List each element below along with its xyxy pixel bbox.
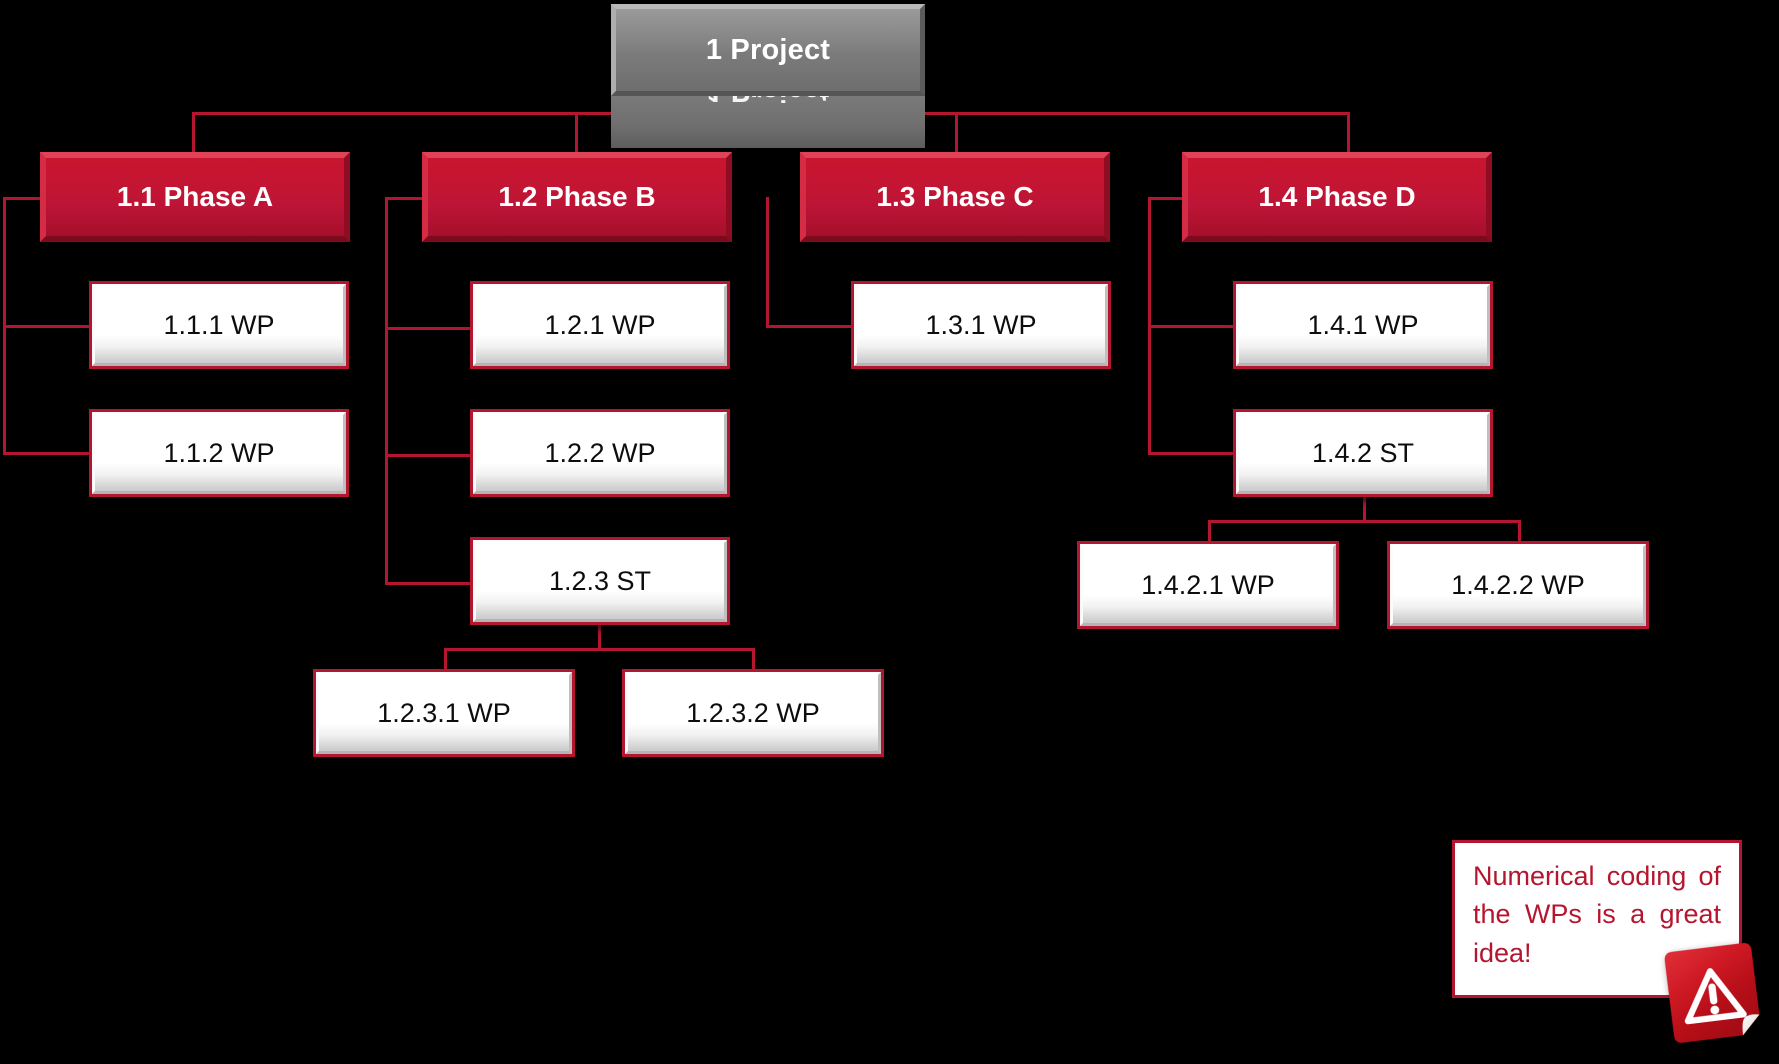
connector-spine-phase-c: [766, 197, 769, 327]
connector-bus-1-4-2: [1208, 520, 1520, 523]
connector-stub-1-2-3: [385, 454, 471, 457]
phase-node-1-4[interactable]: 1.4 Phase D: [1182, 152, 1492, 242]
phase-node-1-2[interactable]: 1.2 Phase B: [422, 152, 732, 242]
connector-drop-phase-d: [1347, 112, 1350, 154]
connector-drop-1-4-2-1: [1208, 520, 1211, 542]
connector-spine-phase-b: [385, 197, 388, 585]
wp-node-1-1-1-label: 1.1.1 WP: [163, 309, 275, 340]
connector-drop-phase-a: [192, 112, 195, 154]
wp-node-1-4-2-2[interactable]: 1.4.2.2 WP: [1387, 541, 1649, 629]
wp-node-1-2-1-label: 1.2.1 WP: [544, 309, 656, 340]
connector-drop-1-2-3-1: [444, 648, 447, 670]
wp-node-1-1-2[interactable]: 1.1.2 WP: [89, 409, 349, 497]
warning-triangle-icon: [1664, 943, 1760, 1043]
root-node-reflection: 1 Project: [611, 92, 925, 148]
wp-node-1-1-2-label: 1.1.2 WP: [163, 437, 275, 468]
connector-stub-1-1-2b: [3, 452, 91, 455]
wbs-diagram-canvas: 1 Project 1 Project 1.1 Phase A 1.2 Phas…: [0, 0, 1779, 1064]
connector-stub-1-4-2: [1148, 452, 1236, 455]
wp-node-1-2-3-label: 1.2.3 ST: [548, 565, 652, 596]
root-node-project[interactable]: 1 Project: [611, 4, 925, 96]
phase-node-1-2-label: 1.2 Phase B: [498, 181, 656, 212]
connector-bus-1-2-3: [444, 648, 754, 651]
wp-node-1-2-2-label: 1.2.2 WP: [544, 437, 656, 468]
wp-node-1-2-3-2[interactable]: 1.2.3.2 WP: [622, 669, 884, 757]
wp-node-1-4-2-2-label: 1.4.2.2 WP: [1451, 569, 1585, 600]
connector-drop-phase-c: [955, 112, 958, 154]
wp-node-1-2-3-1[interactable]: 1.2.3.1 WP: [313, 669, 575, 757]
wp-node-1-4-2[interactable]: 1.4.2 ST: [1233, 409, 1493, 497]
connector-drop-1-2-3-2: [752, 648, 755, 670]
wp-node-1-3-1[interactable]: 1.3.1 WP: [851, 281, 1111, 369]
connector-drop-phase-b: [575, 112, 578, 154]
connector-stub-1-1-2: [3, 325, 91, 328]
phase-node-1-3-label: 1.3 Phase C: [876, 181, 1034, 212]
wp-node-1-2-3-2-label: 1.2.3.2 WP: [686, 697, 820, 728]
phase-node-1-3[interactable]: 1.3 Phase C: [800, 152, 1110, 242]
phase-node-1-1-label: 1.1 Phase A: [116, 181, 274, 212]
wp-node-1-4-1-label: 1.4.1 WP: [1307, 309, 1419, 340]
wp-node-1-2-3-1-label: 1.2.3.1 WP: [377, 697, 511, 728]
wp-node-1-2-1[interactable]: 1.2.1 WP: [470, 281, 730, 369]
wp-node-1-3-1-label: 1.3.1 WP: [925, 309, 1037, 340]
wp-node-1-2-2[interactable]: 1.2.2 WP: [470, 409, 730, 497]
wp-node-1-4-1[interactable]: 1.4.1 WP: [1233, 281, 1493, 369]
connector-stub-1-2-3b: [385, 582, 471, 585]
phase-node-1-1[interactable]: 1.1 Phase A: [40, 152, 350, 242]
wp-node-1-4-2-1[interactable]: 1.4.2.1 WP: [1077, 541, 1339, 629]
connector-stub-1-2-2: [385, 327, 471, 330]
wp-node-1-2-3[interactable]: 1.2.3 ST: [470, 537, 730, 625]
wp-node-1-1-1[interactable]: 1.1.1 WP: [89, 281, 349, 369]
connector-stub-1-4-1b: [1148, 325, 1236, 328]
phase-node-1-4-label: 1.4 Phase D: [1258, 181, 1416, 212]
connector-drop-1-4-2-2: [1518, 520, 1521, 542]
connector-stub-1-3-1: [766, 325, 854, 328]
wp-node-1-4-2-1-label: 1.4.2.1 WP: [1141, 569, 1275, 600]
root-node-label: 1 Project: [705, 33, 831, 66]
wp-node-1-4-2-label: 1.4.2 ST: [1311, 437, 1415, 468]
